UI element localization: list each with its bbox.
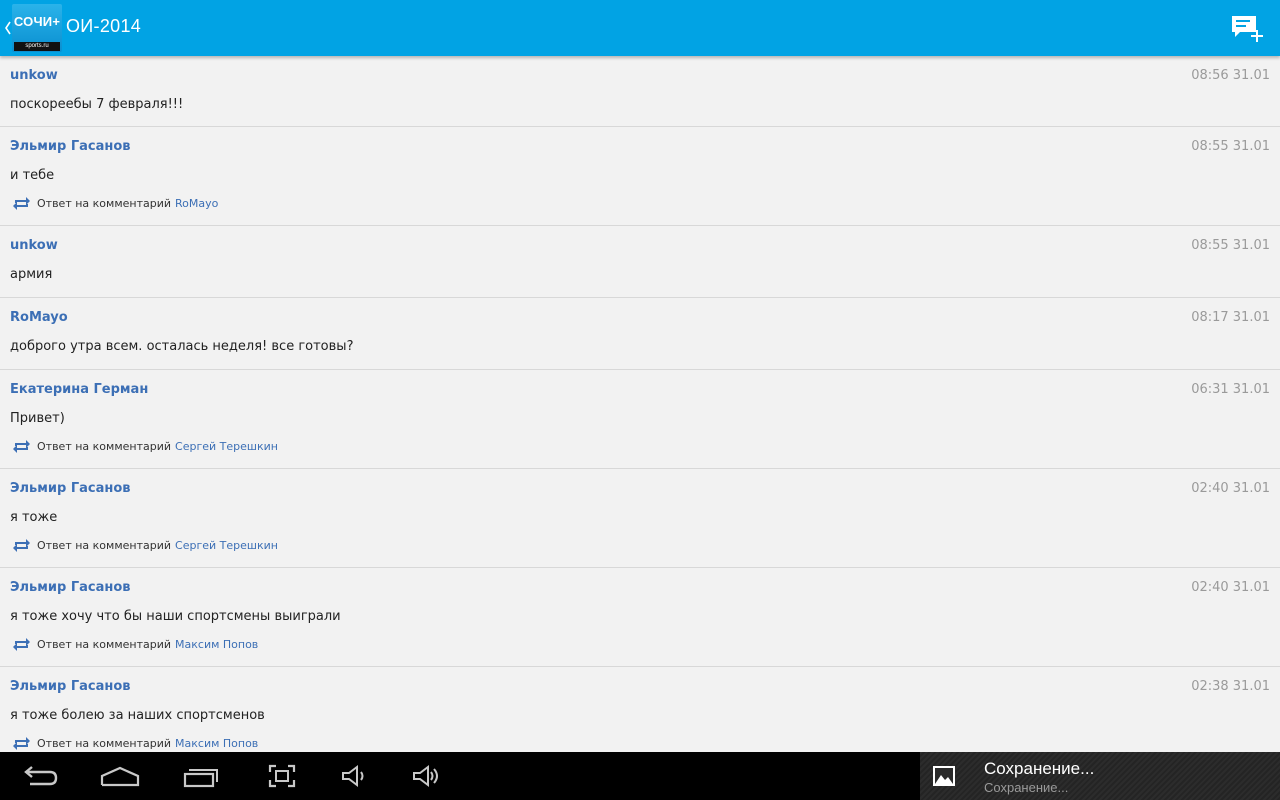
volume-down-button[interactable]	[332, 762, 376, 790]
reply-info: Ответ на комментарий Сергей Терешкин	[12, 439, 278, 454]
reply-repeat-icon	[13, 197, 30, 210]
comment-text: Привет)	[10, 411, 65, 426]
comment-author[interactable]: Екатерина Герман	[10, 382, 148, 397]
chevron-left-icon	[5, 21, 11, 35]
reply-prefix: Ответ на комментарий	[37, 440, 172, 453]
comment-text: и тебе	[10, 168, 55, 183]
reply-info: Ответ на комментарий Сергей Терешкин	[12, 538, 278, 553]
comment-author[interactable]: Эльмир Гасанов	[10, 481, 131, 496]
volume-up-icon	[413, 765, 438, 787]
reply-target-author[interactable]: Сергей Терешкин	[175, 440, 278, 453]
comment-time: 08:55 31.01	[1191, 139, 1270, 154]
home-icon	[100, 766, 140, 787]
reply-repeat-icon	[13, 638, 30, 651]
comment-time: 08:55 31.01	[1191, 238, 1270, 253]
comment-author[interactable]: unkow	[10, 238, 58, 253]
screenshot-icon	[268, 764, 296, 788]
reply-target-author[interactable]: RoMayo	[175, 197, 218, 210]
reply-prefix: Ответ на комментарий	[37, 737, 172, 750]
recent-apps-icon	[183, 769, 218, 788]
app-logo: СОЧИ+ sports.ru	[12, 4, 62, 52]
page-title: ОИ-2014	[66, 16, 142, 36]
system-nav-bar: Сохранение... Сохранение...	[0, 752, 1280, 800]
comment-time: 02:40 31.01	[1191, 580, 1270, 595]
comment-text: армия	[10, 267, 53, 282]
comment-time: 08:56 31.01	[1191, 68, 1270, 83]
screenshot-button[interactable]	[260, 762, 304, 790]
reply-repeat-icon	[13, 539, 30, 552]
comment-time: 08:17 31.01	[1191, 310, 1270, 325]
recent-apps-button[interactable]	[179, 762, 223, 790]
reply-prefix: Ответ на комментарий	[37, 197, 172, 210]
reply-prefix: Ответ на комментарий	[37, 638, 172, 651]
comment-item[interactable]: Екатерина Герман 06:31 31.01 Привет) Отв…	[0, 370, 1280, 469]
volume-down-icon	[342, 765, 364, 787]
logo-subtext: sports.ru	[14, 42, 60, 51]
comment-time: 06:31 31.01	[1191, 382, 1270, 397]
reply-target-author[interactable]: Сергей Терешкин	[175, 539, 278, 552]
action-bar: СОЧИ+ sports.ru ОИ-2014	[0, 0, 1280, 56]
image-icon	[933, 766, 955, 786]
comment-item[interactable]: Эльмир Гасанов 02:38 31.01 я тоже болею …	[0, 667, 1280, 752]
back-button[interactable]	[18, 762, 62, 790]
comment-item[interactable]: Эльмир Гасанов 02:40 31.01 я тоже хочу ч…	[0, 568, 1280, 667]
comment-item[interactable]: Эльмир Гасанов 02:40 31.01 я тоже Ответ …	[0, 469, 1280, 568]
reply-repeat-icon	[13, 737, 30, 750]
add-comment-icon	[1232, 16, 1263, 42]
back-icon	[24, 766, 58, 786]
notification-title: Сохранение...	[984, 759, 1095, 778]
comment-item[interactable]: RoMayo 08:17 31.01 доброго утра всем. ос…	[0, 298, 1280, 370]
comment-item[interactable]: unkow 08:55 31.01 армия	[0, 226, 1280, 298]
logo-text: СОЧИ+	[13, 14, 61, 29]
volume-up-button[interactable]	[404, 762, 448, 790]
comment-text: я тоже хочу что бы наши спортсмены выигр…	[10, 609, 341, 624]
notification-ticker[interactable]: Сохранение... Сохранение...	[920, 752, 1280, 800]
reply-info: Ответ на комментарий RoMayo	[12, 196, 218, 211]
comment-text: поскореебы 7 февраля!!!	[10, 97, 184, 112]
comment-author[interactable]: unkow	[10, 68, 58, 83]
home-button[interactable]	[98, 762, 142, 790]
comment-author[interactable]: Эльмир Гасанов	[10, 139, 131, 154]
reply-target-author[interactable]: Максим Попов	[175, 737, 258, 750]
reply-target-author[interactable]: Максим Попов	[175, 638, 258, 651]
reply-info: Ответ на комментарий Максим Попов	[12, 736, 258, 751]
app-root: СОЧИ+ sports.ru ОИ-2014 unkow 08:56 31.0…	[0, 0, 1280, 800]
comment-item[interactable]: Эльмир Гасанов 08:55 31.01 и тебе Ответ …	[0, 127, 1280, 226]
comment-text: я тоже	[10, 510, 58, 525]
comment-text: я тоже болею за наших спортсменов	[10, 708, 265, 723]
comment-time: 02:38 31.01	[1191, 679, 1270, 694]
comment-list[interactable]: unkow 08:56 31.01 поскореебы 7 февраля!!…	[0, 56, 1280, 752]
reply-prefix: Ответ на комментарий	[37, 539, 172, 552]
comment-text: доброго утра всем. осталась неделя! все …	[10, 339, 354, 354]
comment-item[interactable]: unkow 08:56 31.01 поскореебы 7 февраля!!…	[0, 56, 1280, 127]
add-comment-button[interactable]	[1228, 12, 1268, 46]
notification-subtitle: Сохранение...	[984, 780, 1069, 795]
reply-info: Ответ на комментарий Максим Попов	[12, 637, 258, 652]
comment-time: 02:40 31.01	[1191, 481, 1270, 496]
comment-author[interactable]: RoMayo	[10, 310, 68, 325]
comment-author[interactable]: Эльмир Гасанов	[10, 679, 131, 694]
comment-author[interactable]: Эльмир Гасанов	[10, 580, 131, 595]
reply-repeat-icon	[13, 440, 30, 453]
